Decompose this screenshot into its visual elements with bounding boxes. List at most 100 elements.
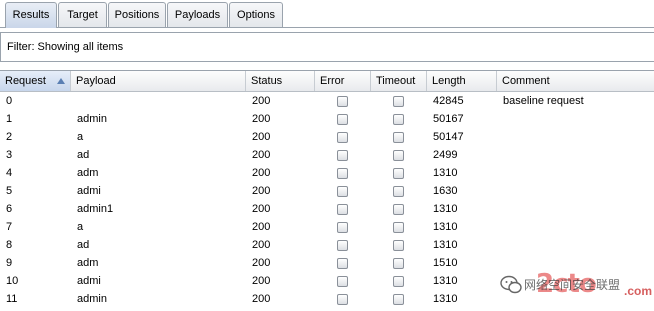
comment-cell (497, 146, 654, 164)
length-cell: 1310 (433, 203, 458, 215)
error-checkbox[interactable] (337, 150, 348, 161)
error-checkbox[interactable] (337, 240, 348, 251)
error-checkbox[interactable] (337, 222, 348, 233)
column-header-status[interactable]: Status (246, 71, 315, 91)
status-cell: 200 (252, 257, 271, 269)
comment-cell (497, 218, 654, 236)
table-row[interactable]: 6 admin1 200 1310 (0, 200, 654, 218)
error-checkbox[interactable] (337, 96, 348, 107)
table-row[interactable]: 4 adm 200 1310 (0, 164, 654, 182)
comment-cell (497, 200, 654, 218)
length-cell: 2499 (433, 149, 458, 161)
table-row[interactable]: 3 ad 200 2499 (0, 146, 654, 164)
tab-results[interactable]: Results (5, 2, 57, 28)
timeout-checkbox[interactable] (393, 168, 404, 179)
table-header: Request Payload Status Error Timeout Len… (0, 71, 654, 92)
request-cell: 2 (6, 131, 13, 143)
status-cell: 200 (252, 221, 271, 233)
table-row[interactable]: 7 a 200 1310 (0, 218, 654, 236)
tab-options[interactable]: Options (229, 2, 283, 27)
table-row[interactable]: 0 200 42845 baseline request (0, 92, 654, 110)
column-header-label: Request (5, 75, 46, 87)
length-cell: 1310 (433, 275, 458, 287)
table-row[interactable]: 10 admi 200 1310 (0, 272, 654, 290)
timeout-checkbox[interactable] (393, 294, 404, 305)
request-cell: 11 (6, 293, 18, 305)
status-cell: 200 (252, 239, 271, 251)
comment-cell (497, 128, 654, 146)
status-cell: 200 (252, 167, 271, 179)
comment-cell (497, 182, 654, 200)
comment-cell (497, 272, 654, 290)
length-cell: 1310 (433, 221, 458, 233)
table-row[interactable]: 11 admin 200 1310 (0, 290, 654, 308)
request-cell: 1 (6, 113, 13, 125)
payload-cell: admin (77, 293, 107, 305)
length-cell: 1310 (433, 167, 458, 179)
error-checkbox[interactable] (337, 204, 348, 215)
timeout-checkbox[interactable] (393, 222, 404, 233)
error-checkbox[interactable] (337, 276, 348, 287)
timeout-checkbox[interactable] (393, 114, 404, 125)
comment-cell (497, 110, 654, 128)
request-cell: 5 (6, 185, 13, 197)
status-cell: 200 (252, 185, 271, 197)
column-header-error[interactable]: Error (315, 71, 371, 91)
timeout-checkbox[interactable] (393, 204, 404, 215)
length-cell: 1510 (433, 257, 458, 269)
status-cell: 200 (252, 113, 271, 125)
request-cell: 3 (6, 149, 13, 161)
payload-cell: admin (77, 113, 107, 125)
timeout-checkbox[interactable] (393, 96, 404, 107)
timeout-checkbox[interactable] (393, 258, 404, 269)
timeout-checkbox[interactable] (393, 132, 404, 143)
table-row[interactable]: 8 ad 200 1310 (0, 236, 654, 254)
column-header-request[interactable]: Request (0, 71, 71, 91)
error-checkbox[interactable] (337, 294, 348, 305)
error-checkbox[interactable] (337, 168, 348, 179)
status-cell: 200 (252, 275, 271, 287)
length-cell: 1310 (433, 239, 458, 251)
table-row[interactable]: 2 a 200 50147 (0, 128, 654, 146)
filter-bar[interactable]: Filter: Showing all items (0, 32, 654, 62)
table-row[interactable]: 1 admin 200 50167 (0, 110, 654, 128)
status-cell: 200 (252, 95, 271, 107)
sort-ascending-icon (57, 78, 65, 84)
error-checkbox[interactable] (337, 186, 348, 197)
status-cell: 200 (252, 131, 271, 143)
tab-bar: Results Target Positions Payloads Option… (0, 0, 654, 28)
status-cell: 200 (252, 293, 271, 305)
length-cell: 50147 (433, 131, 464, 143)
request-cell: 7 (6, 221, 13, 233)
comment-cell (497, 254, 654, 272)
payload-cell: ad (77, 239, 90, 251)
request-cell: 8 (6, 239, 13, 251)
column-header-payload[interactable]: Payload (71, 71, 246, 91)
filter-text: Filter: Showing all items (7, 41, 124, 53)
timeout-checkbox[interactable] (393, 276, 404, 287)
timeout-checkbox[interactable] (393, 240, 404, 251)
table-row[interactable]: 5 admi 200 1630 (0, 182, 654, 200)
column-header-comment[interactable]: Comment (497, 71, 654, 91)
request-cell: 9 (6, 257, 13, 269)
column-header-timeout[interactable]: Timeout (371, 71, 427, 91)
error-checkbox[interactable] (337, 258, 348, 269)
timeout-checkbox[interactable] (393, 150, 404, 161)
tab-target[interactable]: Target (58, 2, 107, 27)
tab-positions[interactable]: Positions (108, 2, 166, 27)
payload-cell: admi (77, 275, 101, 287)
tab-payloads[interactable]: Payloads (167, 2, 228, 27)
error-checkbox[interactable] (337, 132, 348, 143)
payload-cell: admi (77, 185, 101, 197)
payload-cell: admin1 (77, 203, 114, 215)
status-cell: 200 (252, 203, 271, 215)
error-checkbox[interactable] (337, 114, 348, 125)
results-table: Request Payload Status Error Timeout Len… (0, 70, 654, 311)
payload-cell: adm (77, 167, 99, 179)
timeout-checkbox[interactable] (393, 186, 404, 197)
request-cell: 0 (6, 95, 13, 107)
request-cell: 10 (6, 275, 19, 287)
column-header-length[interactable]: Length (427, 71, 497, 91)
table-row[interactable]: 9 adm 200 1510 (0, 254, 654, 272)
payload-cell: ad (77, 149, 90, 161)
